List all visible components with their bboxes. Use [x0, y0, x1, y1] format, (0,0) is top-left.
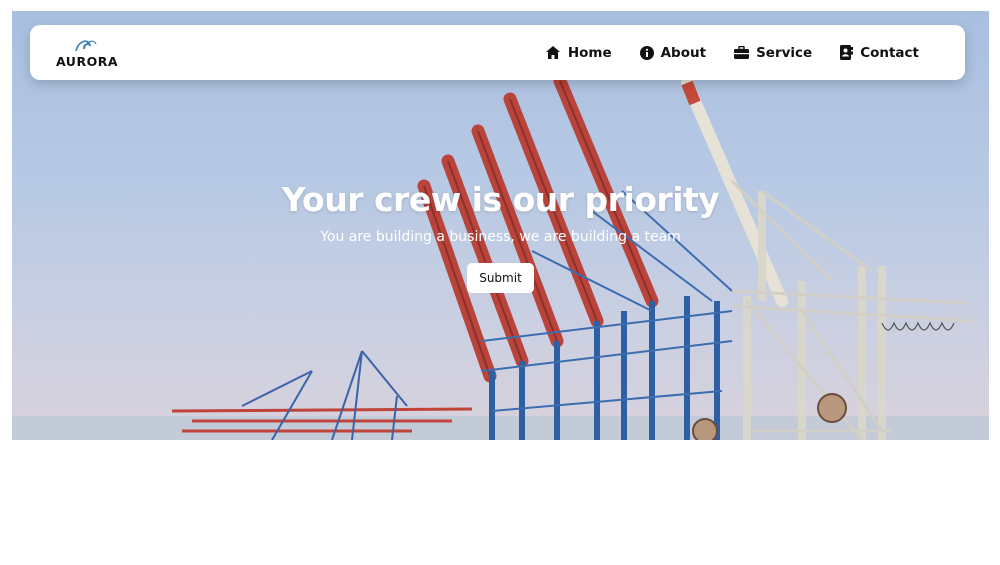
info-icon: [639, 45, 654, 60]
nav-item-about[interactable]: About: [639, 44, 707, 61]
home-icon: [545, 46, 560, 59]
brand-logo[interactable]: AURORA: [56, 37, 118, 69]
contact-book-icon: [840, 45, 854, 60]
nav-item-contact[interactable]: Contact: [840, 45, 919, 61]
hero-subheadline: You are building a business, we are buil…: [320, 229, 681, 245]
briefcase-icon: [734, 46, 750, 59]
nav-item-service[interactable]: Service: [734, 45, 812, 61]
submit-button[interactable]: Submit: [467, 263, 534, 293]
brand-name: AURORA: [56, 54, 118, 69]
nav-label-home: Home: [567, 44, 612, 61]
nav-label-contact: Contact: [860, 44, 919, 61]
nav-label-service: Service: [756, 44, 813, 61]
hero-content: Your crew is our priority You are buildi…: [12, 180, 989, 293]
top-navbar: AURORA Home About Service Contact: [30, 25, 965, 80]
hero-headline: Your crew is our priority: [281, 180, 720, 219]
wave-logo-icon: [75, 40, 97, 52]
main-nav: Home About Service Contact: [545, 25, 919, 80]
nav-label-about: About: [660, 44, 707, 61]
nav-item-home[interactable]: Home: [545, 45, 612, 61]
